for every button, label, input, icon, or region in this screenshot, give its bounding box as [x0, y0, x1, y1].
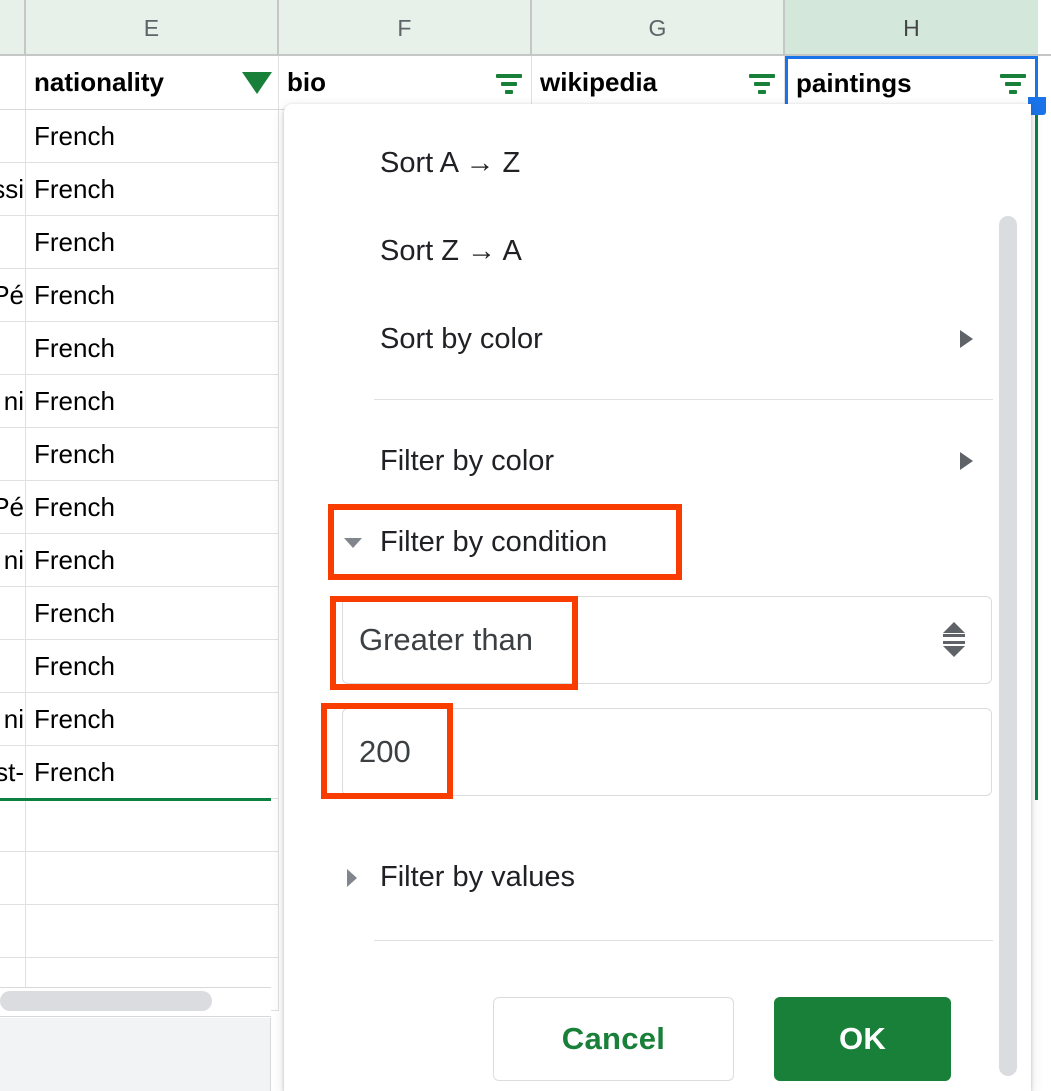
header-cell-paintings[interactable]: paintings	[785, 56, 1038, 110]
condition-value-input[interactable]: 200	[342, 708, 992, 796]
submenu-arrow-icon-sort-by-color	[960, 330, 973, 348]
screenshot-root: E F G H nationality bio wikipedia painti…	[0, 0, 1051, 1091]
menu-item-filter-by-color[interactable]: Filter by color	[284, 438, 1031, 484]
table-cell-nationality[interactable]: French	[26, 163, 279, 216]
table-cell-nationality[interactable]: French	[26, 110, 279, 163]
select-spinner-icon[interactable]	[943, 618, 965, 662]
column-header-E[interactable]: E	[26, 0, 279, 56]
table-cell-bio-clipped[interactable]	[0, 587, 26, 640]
table-cell-bio-clipped[interactable]	[0, 110, 26, 163]
menu-label-filter-by-values: Filter by values	[380, 860, 576, 893]
table-cell-nationality[interactable]: French	[26, 216, 279, 269]
filter-active-icon-nationality[interactable]	[242, 71, 272, 94]
column-header-E-label: E	[143, 14, 160, 41]
table-cell-nationality[interactable]: French	[26, 693, 279, 746]
caret-slot-filter-by-condition[interactable]	[342, 530, 366, 554]
cancel-button[interactable]: Cancel	[493, 997, 734, 1081]
caret-slot-filter-by-color	[342, 449, 366, 473]
menu-item-filter-by-condition[interactable]: Filter by condition	[284, 519, 1031, 565]
filter-range-right-border	[1035, 110, 1038, 800]
table-cell-empty[interactable]	[0, 799, 26, 852]
column-header-H-label: H	[903, 14, 920, 41]
header-label-bio: bio	[287, 67, 326, 97]
menu-label-sort-by-color: Sort by color	[380, 322, 543, 355]
table-cell-empty[interactable]	[26, 905, 279, 958]
filter-range-bottom-border	[0, 798, 271, 801]
table-cell-bio-clipped[interactable]	[0, 216, 26, 269]
column-header-F[interactable]: F	[279, 0, 532, 56]
menu-label-sort-z-a: Sort Z → A	[380, 234, 522, 267]
table-cell-bio-clipped[interactable]: Pé	[0, 269, 26, 322]
table-cell-nationality[interactable]: French	[26, 746, 279, 799]
table-cell-empty[interactable]	[26, 852, 279, 905]
table-cell-nationality[interactable]: French	[26, 640, 279, 693]
header-cell-nationality[interactable]: nationality	[26, 56, 279, 110]
column-header-H[interactable]: H	[785, 0, 1038, 56]
header-label-nationality: nationality	[34, 67, 165, 97]
table-cell-bio-clipped[interactable]: ni	[0, 693, 26, 746]
condition-select[interactable]: Greater than	[342, 596, 992, 684]
caret-slot-filter-by-values[interactable]	[342, 865, 366, 889]
cancel-button-label: Cancel	[561, 1021, 666, 1056]
menu-label-filter-by-condition: Filter by condition	[380, 525, 608, 558]
header-cell-D[interactable]	[0, 56, 26, 110]
filter-dialog: Sort A → Z Sort Z → A Sort by color Filt…	[284, 104, 1031, 1091]
column-header-G[interactable]: G	[532, 0, 785, 56]
header-label-paintings: paintings	[796, 67, 912, 98]
table-cell-nationality[interactable]: French	[26, 428, 279, 481]
chevron-right-icon	[347, 869, 357, 887]
table-cell-bio-clipped[interactable]: ni	[0, 375, 26, 428]
caret-slot-sort-z-a	[342, 239, 366, 263]
table-cell-empty[interactable]	[0, 905, 26, 958]
filter-icon-wikipedia[interactable]	[748, 71, 776, 95]
column-letter-header-row: E F G H	[0, 0, 1051, 56]
filter-icon-bio[interactable]	[495, 71, 523, 95]
caret-slot-sort-a-z	[342, 151, 366, 175]
sheet-bottom-pane	[0, 1018, 271, 1091]
menu-label-sort-a-z: Sort A → Z	[380, 146, 521, 179]
condition-value-text: 200	[359, 734, 411, 769]
horizontal-scrollbar-thumb[interactable]	[0, 991, 212, 1011]
menu-label-filter-by-color: Filter by color	[380, 444, 555, 477]
ok-button[interactable]: OK	[774, 997, 951, 1081]
column-header-F-label: F	[397, 14, 412, 41]
table-cell-nationality[interactable]: French	[26, 481, 279, 534]
menu-item-sort-by-color[interactable]: Sort by color	[284, 316, 1031, 362]
header-label-wikipedia: wikipedia	[540, 67, 658, 97]
table-cell-empty[interactable]	[0, 852, 26, 905]
table-cell-nationality[interactable]: French	[26, 534, 279, 587]
table-cell-bio-clipped[interactable]: ni	[0, 534, 26, 587]
table-cell-nationality[interactable]: French	[26, 269, 279, 322]
condition-select-value: Greater than	[359, 622, 534, 657]
table-cell-bio-clipped[interactable]: ssi	[0, 163, 26, 216]
table-cell-bio-clipped[interactable]: st-	[0, 746, 26, 799]
menu-item-sort-a-z[interactable]: Sort A → Z	[284, 140, 1031, 186]
table-cell-bio-clipped[interactable]	[0, 428, 26, 481]
header-cell-wikipedia[interactable]: wikipedia	[532, 56, 785, 110]
chevron-down-icon	[344, 538, 362, 548]
sheet-header-row: nationality bio wikipedia paintings	[0, 56, 1051, 110]
dialog-scrollbar-thumb[interactable]	[999, 216, 1017, 1076]
column-header-G-label: G	[648, 14, 667, 41]
column-header-D[interactable]	[0, 0, 26, 56]
filter-icon-paintings[interactable]	[999, 71, 1027, 95]
menu-divider-top	[374, 399, 993, 400]
menu-item-sort-z-a[interactable]: Sort Z → A	[284, 228, 1031, 274]
table-cell-empty[interactable]	[26, 799, 279, 852]
menu-divider-bottom	[374, 940, 993, 941]
table-cell-bio-clipped[interactable]	[0, 322, 26, 375]
table-cell-nationality[interactable]: French	[26, 375, 279, 428]
caret-slot-sort-by-color	[342, 327, 366, 351]
menu-item-filter-by-values[interactable]: Filter by values	[284, 854, 1031, 900]
table-cell-bio-clipped[interactable]	[0, 640, 26, 693]
table-cell-bio-clipped[interactable]: Pé	[0, 481, 26, 534]
table-cell-nationality[interactable]: French	[26, 322, 279, 375]
submenu-arrow-icon-filter-by-color	[960, 452, 973, 470]
ok-button-label: OK	[838, 1021, 887, 1056]
header-cell-bio[interactable]: bio	[279, 56, 532, 110]
table-cell-nationality[interactable]: French	[26, 587, 279, 640]
